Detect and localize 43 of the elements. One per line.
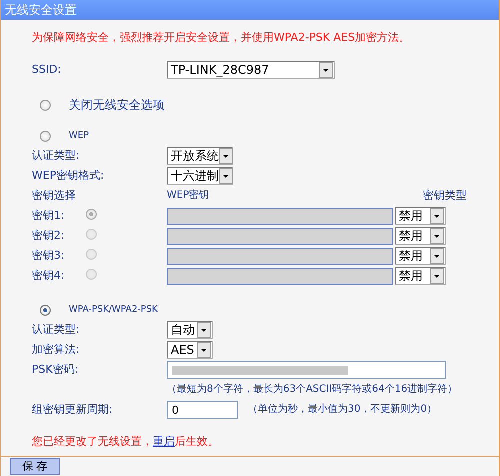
column-header: 密钥类型: [422, 189, 467, 203]
field-label: WEP密钥格式:: [32, 169, 106, 183]
option-label: 关闭无线安全选项: [69, 98, 165, 112]
hint-text: （最短为8个字符，最长为63个ASCII码字符或64个16进制字符）: [167, 384, 458, 396]
hint-text: （单位为秒，最小值为30，不更新则为0）: [248, 404, 438, 416]
caret-icon: [197, 322, 211, 338]
dropdown[interactable]: 开放系统: [167, 147, 233, 165]
field-label: 认证类型:: [32, 149, 81, 163]
password-field[interactable]: [167, 361, 446, 379]
column-header: WEP密钥: [167, 190, 210, 202]
field-label: PSK密码:: [32, 363, 80, 377]
field-label: 密钥4:: [32, 269, 66, 283]
dropdown[interactable]: 自动: [167, 321, 213, 339]
caret-icon: [430, 248, 444, 264]
dropdown[interactable]: AES: [167, 341, 213, 359]
field-label: 加密算法:: [32, 343, 81, 357]
caret-icon: [430, 268, 444, 284]
field-label: SSID:: [32, 63, 62, 77]
field-label: 组密钥更新周期:: [32, 403, 114, 417]
field-label: 密钥2:: [32, 229, 66, 243]
caret-icon: [197, 342, 211, 358]
window-title: 无线安全设置: [5, 2, 77, 18]
warning-text: 为保障网络安全，强烈推荐开启安全设置，并使用WPA2-PSK AES加密方法。: [32, 30, 412, 46]
field-label: 认证类型:: [32, 323, 81, 337]
option-label: WPA-PSK/WPA2-PSK: [69, 304, 158, 316]
caret-icon: [219, 148, 233, 164]
dropdown[interactable]: 十六进制: [167, 167, 233, 185]
caret-icon: [319, 62, 333, 78]
restart-link[interactable]: 重启: [153, 435, 175, 448]
field-label: 密钥1:: [32, 209, 66, 223]
notice-text: 您已经更改了无线设置，重启后生效。: [32, 434, 220, 450]
input-field[interactable]: 0: [167, 401, 238, 419]
caret-icon: [430, 228, 444, 244]
column-header: 密钥选择: [32, 189, 77, 203]
save-button[interactable]: 保 存: [10, 458, 60, 474]
radio-button[interactable]: [40, 100, 51, 110]
caret-icon: [219, 168, 233, 184]
field-label: 密钥3:: [32, 249, 66, 263]
caret-icon: [430, 208, 444, 224]
option-label: WEP: [69, 130, 90, 142]
dropdown[interactable]: TP-LINK_28C987: [167, 61, 335, 79]
radio-button[interactable]: [40, 304, 51, 316]
radio-button[interactable]: [40, 130, 51, 142]
